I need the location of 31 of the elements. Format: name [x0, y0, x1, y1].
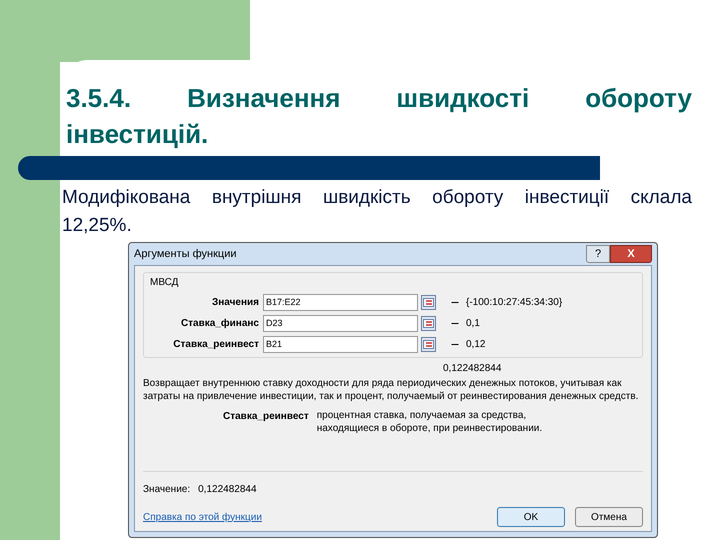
function-description: Возвращает внутреннюю ставку доходности для ряда периодических денежных потоков, учитывая как затраты на привлечение инвестиции, так и процент, получаемый от реинвестирования денежных средств.	[143, 377, 640, 403]
slide-body-text: Модифікована внутрішня швидкість обороту інвестиції склала 12,25%.	[62, 186, 692, 238]
range-select-icon	[423, 340, 434, 348]
range-select-button[interactable]	[421, 316, 436, 330]
range-select-button[interactable]	[421, 336, 436, 352]
cancel-button[interactable]: Отмена	[575, 507, 643, 527]
value-text: 0,122482844	[198, 483, 257, 497]
argument-result: 0,1	[466, 316, 480, 330]
argument-result: 0,12	[466, 338, 486, 352]
argument-label: Ставка_реинвест	[172, 338, 260, 352]
help-link[interactable]: Справка по этой функции	[143, 510, 487, 524]
value-label: Значение:	[143, 483, 190, 497]
formula-result: 0,122482844	[443, 362, 502, 376]
slide-title: 3.5.4. Визначення швидкості обороту інвестицій.	[66, 82, 692, 151]
argument-field[interactable]: B17:E22	[263, 294, 418, 310]
range-select-button[interactable]	[421, 294, 436, 310]
function-name: МВСД	[150, 276, 180, 290]
argument-help-name: Ставка_реинвест	[223, 410, 309, 424]
argument-result: {-100:10:27:45:34:30}	[466, 296, 562, 310]
argument-field[interactable]: B21	[263, 336, 418, 352]
help-button[interactable]: ?	[586, 245, 610, 263]
dialog-title: Аргументы функции	[134, 246, 238, 262]
equals-mark	[452, 322, 458, 324]
argument-help-text: процентная ставка, получаемая за средства, находящиеся в обороте, при реинвестировании.	[316, 409, 544, 435]
close-button[interactable]: X	[610, 245, 652, 263]
argument-field[interactable]: D23	[263, 314, 418, 332]
range-select-icon	[423, 298, 434, 306]
range-select-icon	[423, 318, 434, 328]
argument-label: Ставка_финанс	[180, 316, 260, 330]
argument-label: Значения	[210, 296, 260, 310]
ok-button[interactable]: OK	[497, 507, 565, 527]
